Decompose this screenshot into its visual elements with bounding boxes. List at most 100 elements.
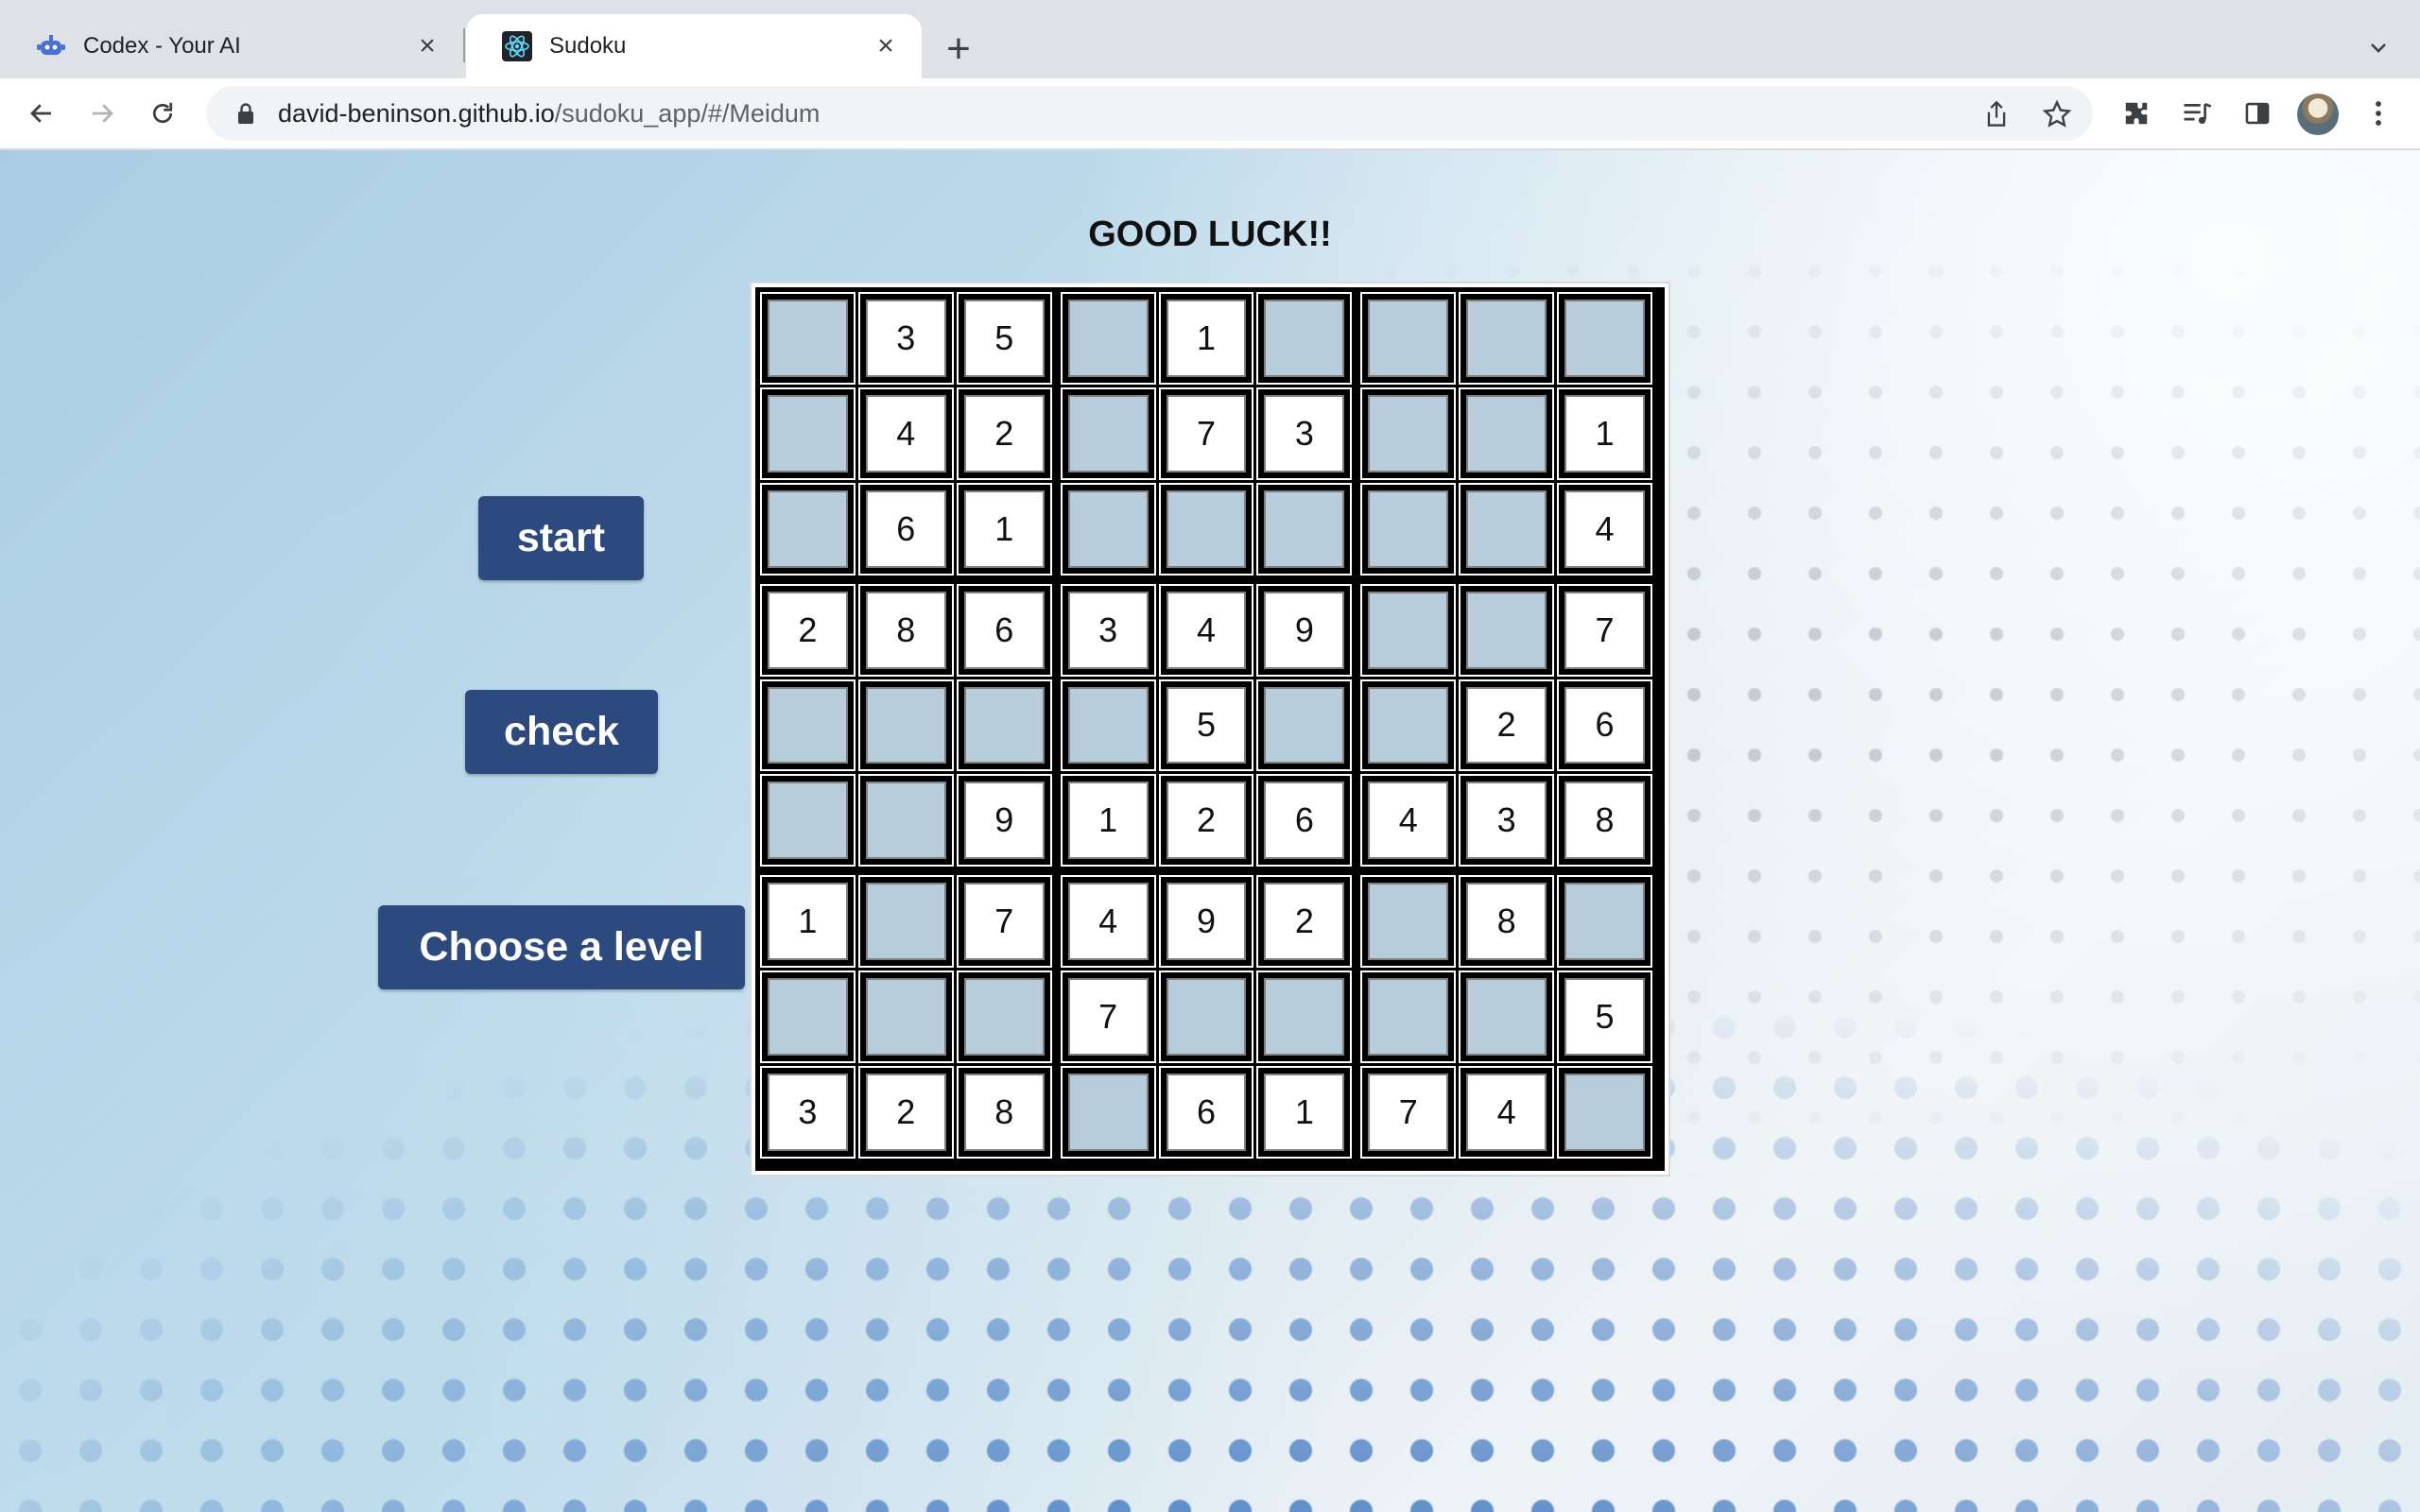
tab-codex[interactable]: Codex - Your AI × bbox=[0, 14, 463, 78]
sudoku-cell-given[interactable]: 3 bbox=[1060, 583, 1156, 677]
sudoku-cell-empty[interactable] bbox=[1158, 482, 1254, 576]
sudoku-cell-empty[interactable] bbox=[1557, 1066, 1652, 1159]
sudoku-cell-given[interactable]: 6 bbox=[1158, 1066, 1254, 1159]
sudoku-cell-given[interactable]: 6 bbox=[956, 583, 1052, 677]
sudoku-cell-given[interactable]: 4 bbox=[1557, 482, 1652, 576]
kebab-menu-icon[interactable] bbox=[2356, 91, 2401, 136]
share-icon[interactable] bbox=[1976, 94, 2017, 135]
chevron-down-icon[interactable] bbox=[2360, 28, 2397, 66]
sudoku-cell-given[interactable]: 2 bbox=[1158, 774, 1254, 868]
sudoku-cell-given[interactable]: 7 bbox=[956, 875, 1052, 969]
sudoku-cell-given[interactable]: 1 bbox=[1256, 1066, 1353, 1159]
sudoku-cell-given[interactable]: 5 bbox=[1557, 971, 1652, 1064]
sudoku-cell-empty[interactable] bbox=[1360, 875, 1457, 969]
sudoku-cell-empty[interactable] bbox=[1060, 292, 1156, 385]
sudoku-cell-given[interactable]: 8 bbox=[1557, 774, 1652, 868]
sudoku-cell-empty[interactable] bbox=[956, 971, 1052, 1064]
sudoku-cell-empty[interactable] bbox=[857, 774, 954, 868]
sudoku-cell-empty[interactable] bbox=[1557, 292, 1652, 385]
sudoku-cell-empty[interactable] bbox=[1060, 1066, 1156, 1159]
sudoku-cell-empty[interactable] bbox=[760, 482, 856, 576]
sudoku-cell-empty[interactable] bbox=[1256, 679, 1353, 772]
back-icon[interactable] bbox=[19, 91, 64, 136]
sudoku-cell-given[interactable]: 8 bbox=[857, 583, 954, 677]
sudoku-cell-empty[interactable] bbox=[1459, 292, 1555, 385]
sudoku-cell-empty[interactable] bbox=[956, 679, 1052, 772]
sudoku-cell-empty[interactable] bbox=[857, 679, 954, 772]
sudoku-cell-given[interactable]: 3 bbox=[760, 1066, 856, 1159]
sudoku-cell-given[interactable]: 9 bbox=[956, 774, 1052, 868]
sudoku-cell-empty[interactable] bbox=[1459, 387, 1555, 480]
sudoku-cell-given[interactable]: 8 bbox=[1459, 875, 1555, 969]
extensions-icon[interactable] bbox=[2114, 91, 2159, 136]
new-tab-icon[interactable]: + bbox=[936, 26, 981, 72]
sudoku-cell-given[interactable]: 5 bbox=[1158, 679, 1254, 772]
sudoku-cell-given[interactable]: 9 bbox=[1256, 583, 1353, 677]
sudoku-cell-empty[interactable] bbox=[857, 875, 954, 969]
sudoku-cell-given[interactable]: 6 bbox=[1557, 679, 1652, 772]
reload-icon[interactable] bbox=[140, 91, 185, 136]
sudoku-cell-given[interactable]: 6 bbox=[857, 482, 954, 576]
sudoku-cell-given[interactable]: 7 bbox=[1158, 387, 1254, 480]
media-control-icon[interactable] bbox=[2174, 91, 2220, 136]
check-button[interactable]: check bbox=[465, 690, 658, 774]
sudoku-cell-given[interactable]: 7 bbox=[1557, 583, 1652, 677]
sudoku-cell-given[interactable]: 3 bbox=[1256, 387, 1353, 480]
sudoku-cell-given[interactable]: 7 bbox=[1360, 1066, 1457, 1159]
sudoku-cell-given[interactable]: 7 bbox=[1060, 971, 1156, 1064]
sudoku-cell-empty[interactable] bbox=[1060, 482, 1156, 576]
sudoku-cell-given[interactable]: 2 bbox=[857, 1066, 954, 1159]
sudoku-cell-given[interactable]: 3 bbox=[857, 292, 954, 385]
profile-avatar[interactable] bbox=[2297, 94, 2339, 135]
tab-sudoku[interactable]: Sudoku × bbox=[466, 14, 922, 78]
sudoku-cell-given[interactable]: 8 bbox=[956, 1066, 1052, 1159]
sudoku-cell-empty[interactable] bbox=[1060, 387, 1156, 480]
sudoku-cell-given[interactable]: 1 bbox=[1557, 387, 1652, 480]
lock-icon[interactable] bbox=[234, 102, 257, 125]
side-panel-icon[interactable] bbox=[2235, 91, 2280, 136]
sudoku-cell-given[interactable]: 2 bbox=[1459, 679, 1555, 772]
sudoku-cell-empty[interactable] bbox=[1360, 583, 1457, 677]
sudoku-cell-given[interactable]: 2 bbox=[760, 583, 856, 677]
sudoku-cell-given[interactable]: 1 bbox=[1060, 774, 1156, 868]
sudoku-cell-empty[interactable] bbox=[1060, 679, 1156, 772]
sudoku-cell-empty[interactable] bbox=[1360, 482, 1457, 576]
start-button[interactable]: start bbox=[478, 496, 644, 580]
sudoku-cell-given[interactable]: 4 bbox=[1060, 875, 1156, 969]
sudoku-cell-empty[interactable] bbox=[1256, 971, 1353, 1064]
sudoku-cell-given[interactable]: 9 bbox=[1158, 875, 1254, 969]
sudoku-cell-empty[interactable] bbox=[760, 387, 856, 480]
sudoku-cell-given[interactable]: 1 bbox=[760, 875, 856, 969]
sudoku-cell-given[interactable]: 1 bbox=[1158, 292, 1254, 385]
sudoku-cell-empty[interactable] bbox=[760, 679, 856, 772]
sudoku-cell-empty[interactable] bbox=[1459, 583, 1555, 677]
sudoku-cell-given[interactable]: 4 bbox=[1360, 774, 1457, 868]
close-icon[interactable]: × bbox=[871, 30, 901, 61]
sudoku-cell-given[interactable]: 1 bbox=[956, 482, 1052, 576]
sudoku-cell-given[interactable]: 2 bbox=[1256, 875, 1353, 969]
sudoku-cell-given[interactable]: 6 bbox=[1256, 774, 1353, 868]
sudoku-cell-empty[interactable] bbox=[1557, 875, 1652, 969]
address-bar[interactable]: david-beninson.github.io/sudoku_app/#/Me… bbox=[206, 86, 2093, 141]
sudoku-cell-given[interactable]: 2 bbox=[956, 387, 1052, 480]
sudoku-cell-empty[interactable] bbox=[1360, 387, 1457, 480]
bookmark-star-icon[interactable] bbox=[2036, 94, 2078, 135]
sudoku-cell-empty[interactable] bbox=[1256, 292, 1353, 385]
sudoku-cell-given[interactable]: 4 bbox=[1158, 583, 1254, 677]
sudoku-cell-given[interactable]: 4 bbox=[1459, 1066, 1555, 1159]
sudoku-cell-empty[interactable] bbox=[1459, 971, 1555, 1064]
sudoku-cell-empty[interactable] bbox=[1360, 971, 1457, 1064]
sudoku-cell-empty[interactable] bbox=[760, 774, 856, 868]
sudoku-cell-empty[interactable] bbox=[760, 971, 856, 1064]
sudoku-cell-given[interactable]: 5 bbox=[956, 292, 1052, 385]
sudoku-cell-empty[interactable] bbox=[1459, 482, 1555, 576]
choose-level-button[interactable]: Choose a level bbox=[378, 905, 745, 989]
sudoku-cell-given[interactable]: 3 bbox=[1459, 774, 1555, 868]
sudoku-cell-empty[interactable] bbox=[1158, 971, 1254, 1064]
sudoku-cell-empty[interactable] bbox=[760, 292, 856, 385]
forward-icon[interactable] bbox=[79, 91, 125, 136]
sudoku-cell-empty[interactable] bbox=[1360, 292, 1457, 385]
sudoku-cell-given[interactable]: 4 bbox=[857, 387, 954, 480]
sudoku-cell-empty[interactable] bbox=[1256, 482, 1353, 576]
close-icon[interactable]: × bbox=[412, 30, 442, 61]
